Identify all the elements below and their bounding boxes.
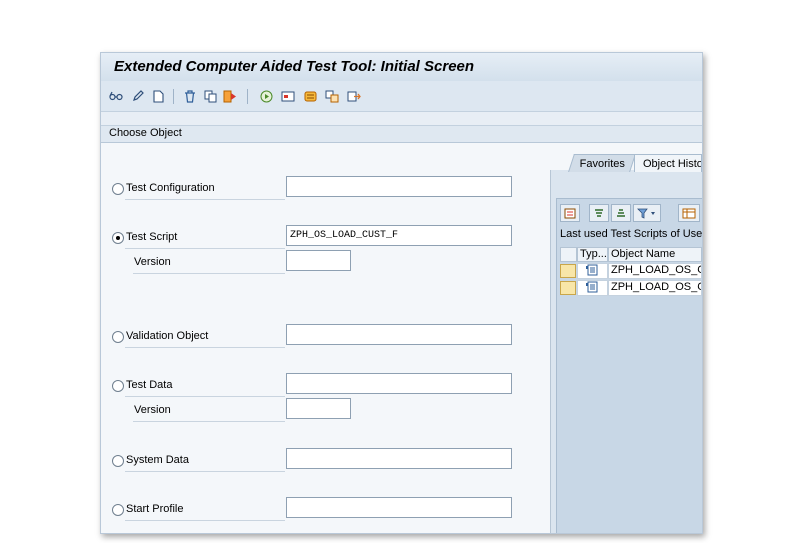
- test-script-version-field[interactable]: [286, 250, 351, 271]
- test-data-version-field[interactable]: [286, 398, 351, 419]
- compare-icon[interactable]: [325, 89, 339, 103]
- label-test-script-version: Version: [134, 256, 171, 268]
- label-underline: [125, 520, 285, 521]
- table-cell-type: [577, 280, 608, 296]
- tab-object-history[interactable]: Object History: [634, 154, 702, 172]
- column-selector-header: [560, 247, 577, 262]
- radio-test-configuration[interactable]: [112, 183, 124, 195]
- pencil-icon[interactable]: [131, 89, 145, 103]
- test-data-field[interactable]: [286, 373, 512, 394]
- main-window: Extended Computer Aided Test Tool: Initi…: [100, 52, 703, 534]
- label-test-data-version: Version: [134, 404, 171, 416]
- window-title: Extended Computer Aided Test Tool: Initi…: [114, 58, 475, 75]
- label-test-script: Test Script: [126, 231, 178, 243]
- test-script-field[interactable]: ZPH_OS_LOAD_CUST_F: [286, 225, 512, 246]
- radio-system-data[interactable]: [112, 455, 124, 467]
- group-title: Choose Object: [109, 127, 182, 139]
- table-cell-object-name[interactable]: ZPH_LOAD_OS_CUST: [608, 280, 702, 296]
- layout-icon[interactable]: [678, 204, 700, 222]
- label-validation-object: Validation Object: [126, 330, 209, 342]
- label-underline: [125, 199, 285, 200]
- export-icon[interactable]: [347, 89, 361, 103]
- radio-test-script[interactable]: [112, 232, 124, 244]
- sort-ascending-icon[interactable]: [589, 204, 609, 222]
- label-system-data: System Data: [126, 454, 189, 466]
- group-header: Choose Object: [101, 126, 702, 143]
- title-bar: Extended Computer Aided Test Tool: Initi…: [101, 53, 702, 81]
- label-underline: [125, 347, 285, 348]
- label-underline: [125, 396, 285, 397]
- tab-favorites-label: Favorites: [579, 157, 626, 170]
- label-underline: [125, 471, 285, 472]
- label-underline: [133, 273, 285, 274]
- tab-favorites[interactable]: Favorites: [568, 154, 636, 172]
- script-icon[interactable]: [303, 89, 317, 103]
- validation-object-field[interactable]: [286, 324, 512, 345]
- grid-title: Last used Test Scripts of User: [560, 228, 703, 240]
- row-selector[interactable]: [560, 264, 576, 278]
- column-header-object-name[interactable]: Object Name: [608, 247, 702, 262]
- filter-icon[interactable]: [633, 204, 661, 222]
- rename-icon[interactable]: [223, 89, 237, 103]
- column-header-type[interactable]: Typ...: [577, 247, 608, 262]
- label-underline: [125, 248, 285, 249]
- execute-icon[interactable]: [259, 89, 273, 103]
- glasses-icon[interactable]: [109, 89, 123, 103]
- new-document-icon[interactable]: [151, 89, 165, 103]
- system-data-field[interactable]: [286, 448, 512, 469]
- table-cell-object-name[interactable]: ZPH_LOAD_OS_CUST: [608, 263, 702, 279]
- test-configuration-field[interactable]: [286, 176, 512, 197]
- label-start-profile: Start Profile: [126, 503, 184, 515]
- row-selector[interactable]: [560, 281, 576, 295]
- toolbar-band: [101, 112, 702, 126]
- start-profile-field[interactable]: [286, 497, 512, 518]
- copy-icon[interactable]: [203, 89, 217, 103]
- toolbar-separator: [247, 89, 248, 104]
- application-toolbar: [101, 81, 702, 112]
- test-script-icon: [586, 264, 598, 276]
- radio-validation-object[interactable]: [112, 331, 124, 343]
- table-cell-type: [577, 263, 608, 279]
- trash-icon[interactable]: [183, 89, 197, 103]
- dashboard-icon[interactable]: [281, 89, 295, 103]
- sort-descending-icon[interactable]: [611, 204, 631, 222]
- test-script-icon: [586, 281, 598, 293]
- radio-start-profile[interactable]: [112, 504, 124, 516]
- toolbar-separator: [173, 89, 174, 104]
- label-test-data: Test Data: [126, 379, 173, 391]
- tab-object-history-label: Object History: [643, 157, 701, 170]
- radio-test-data[interactable]: [112, 380, 124, 392]
- label-test-configuration: Test Configuration: [126, 182, 215, 194]
- details-icon[interactable]: [560, 204, 580, 222]
- label-underline: [133, 421, 285, 422]
